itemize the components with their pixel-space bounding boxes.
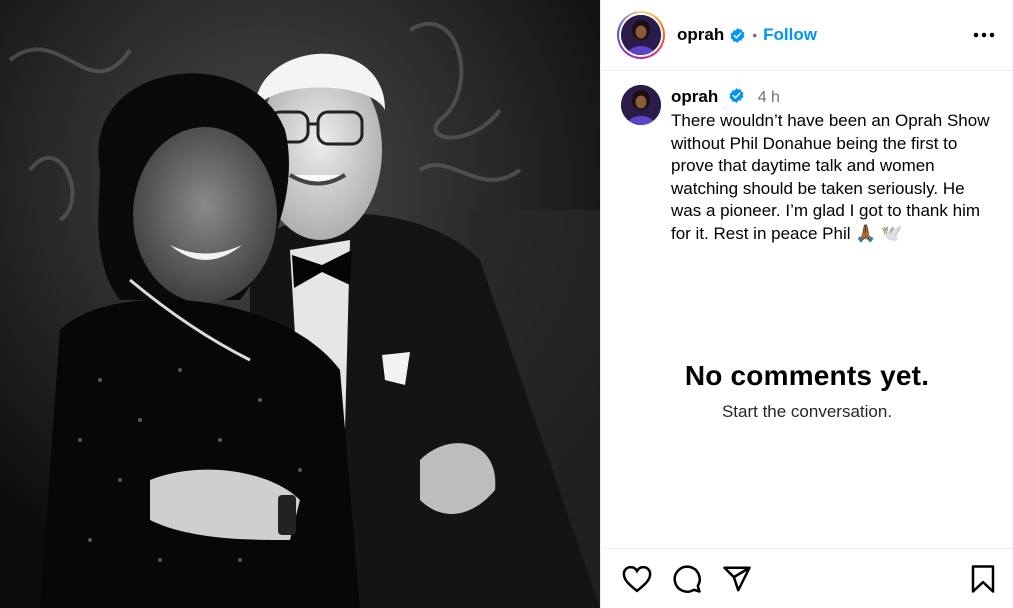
post-details-panel: oprah • Follow oprah 4 h There wouldn’t … [600,0,1013,608]
share-icon[interactable] [721,563,753,595]
empty-comments-subtitle: Start the conversation. [721,402,893,421]
empty-comments-title: No comments yet. [684,360,930,391]
post-photo[interactable] [0,0,600,608]
action-bar [601,548,1013,608]
bookmark-icon[interactable] [967,563,999,595]
avatar-image [621,85,661,125]
comment-icon[interactable] [671,563,703,595]
caption-avatar[interactable] [621,85,661,125]
caption-username[interactable]: oprah [671,87,718,106]
verified-badge-icon [729,88,744,103]
more-options-icon[interactable] [969,20,999,50]
empty-comments: No comments yet. Start the conversation. [601,360,1013,422]
follow-button[interactable]: Follow [763,25,817,45]
avatar-image [621,15,661,55]
heart-icon[interactable] [621,563,653,595]
header-separator: • [752,27,758,43]
caption-timestamp[interactable]: 4 h [758,89,780,106]
post-header: oprah • Follow [601,0,1013,71]
post-photo-image [0,0,600,608]
verified-badge-icon [730,27,745,43]
header-username[interactable]: oprah [677,25,724,45]
post-caption: oprah 4 h There wouldn’t have been an Op… [601,71,1013,245]
avatar [621,15,661,55]
profile-avatar-ring[interactable] [617,11,665,59]
caption-text: There wouldn’t have been an Oprah Show w… [671,111,995,243]
instagram-post: oprah • Follow oprah 4 h There wouldn’t … [0,0,1013,608]
